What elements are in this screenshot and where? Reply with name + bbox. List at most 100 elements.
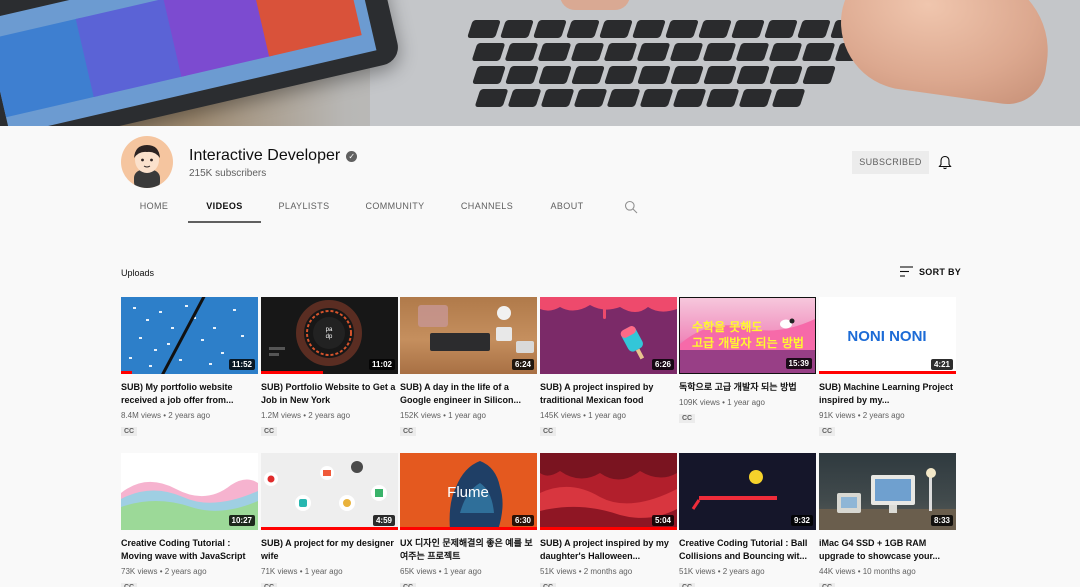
- video-card[interactable]: 9:32 Creative Coding Tutorial : Ball Col…: [679, 453, 816, 587]
- video-thumbnail[interactable]: NONI NONI 4:21: [819, 297, 956, 374]
- video-meta: 152K views • 1 year ago: [400, 411, 486, 420]
- banner-tablet: [0, 0, 402, 126]
- video-duration: 9:32: [790, 515, 813, 526]
- video-card[interactable]: 11:52 SUB) My portfolio website received…: [121, 297, 258, 438]
- video-thumbnail[interactable]: Flume 6:30: [400, 453, 537, 530]
- cc-badge: CC: [121, 427, 138, 436]
- video-card[interactable]: 8:33 iMac G4 SSD + 1GB RAM upgrade to sh…: [819, 453, 956, 587]
- video-duration: 11:02: [368, 359, 395, 370]
- video-card[interactable]: 5:04 SUB) A project inspired by my daugh…: [540, 453, 677, 587]
- video-duration: 11:52: [228, 359, 255, 370]
- video-thumbnail[interactable]: 수학을 못해도 고급 개발자 되는 방법 15:39: [679, 297, 816, 374]
- video-thumbnail[interactable]: 11:52: [121, 297, 258, 374]
- video-thumbnail[interactable]: pa dp 11:02: [261, 297, 398, 374]
- video-card[interactable]: pa dp 11:02 SUB) Portfolio Website to Ge…: [261, 297, 398, 438]
- video-card[interactable]: 4:59 SUB) A project for my designer wife…: [261, 453, 398, 587]
- svg-text:pa: pa: [326, 327, 333, 333]
- video-card[interactable]: NONI NONI 4:21 SUB) Machine Learning Pro…: [819, 297, 956, 438]
- channel-banner: [0, 0, 1080, 126]
- video-meta: 8.4M views • 2 years ago: [121, 411, 211, 420]
- video-meta: 1.2M views • 2 years ago: [261, 411, 351, 420]
- video-thumbnail[interactable]: 5:04: [540, 453, 677, 530]
- video-thumbnail[interactable]: 4:59: [261, 453, 398, 530]
- video-meta: 51K views • 2 years ago: [679, 567, 765, 576]
- cc-badge: CC: [400, 583, 417, 587]
- watch-progress-bar: [261, 527, 398, 530]
- video-duration: 6:24: [511, 359, 534, 370]
- video-card[interactable]: 수학을 못해도 고급 개발자 되는 방법 15:39 독학으로 고급 개발자 되…: [679, 297, 816, 425]
- channel-tabs: HOME VIDEOS PLAYLISTS COMMUNITY CHANNELS…: [0, 194, 1080, 223]
- video-title[interactable]: SUB) A day in the life of a Google engin…: [400, 381, 537, 407]
- video-card[interactable]: 6:24 SUB) A day in the life of a Google …: [400, 297, 537, 438]
- channel-name-text[interactable]: Interactive Developer: [189, 147, 340, 165]
- video-meta: 73K views • 2 years ago: [121, 567, 207, 576]
- video-duration: 4:59: [372, 515, 395, 526]
- video-card[interactable]: 10:27 Creative Coding Tutorial : Moving …: [121, 453, 258, 587]
- uploads-section: Uploads SORT BY 11:52 SUB) My portfolio …: [0, 223, 1080, 587]
- video-thumbnail[interactable]: 10:27: [121, 453, 258, 530]
- video-title[interactable]: iMac G4 SSD + 1GB RAM upgrade to showcas…: [819, 537, 956, 563]
- bell-icon[interactable]: [938, 155, 952, 170]
- watch-progress-bar: [819, 371, 956, 374]
- thumb-text-noni: NONI NONI: [847, 328, 926, 345]
- cc-badge: CC: [540, 583, 557, 587]
- cc-badge: CC: [400, 427, 417, 436]
- video-title[interactable]: SUB) My portfolio website received a job…: [121, 381, 258, 407]
- watch-progress-bar: [261, 371, 323, 374]
- tab-community[interactable]: COMMUNITY: [352, 194, 438, 223]
- thumb-text-bottom: 고급 개발자 되는 방법: [692, 335, 804, 350]
- video-duration: 4:21: [930, 359, 953, 370]
- banner-hand-left: [560, 0, 630, 10]
- check-circle-icon: ✓: [346, 150, 358, 162]
- video-meta: 51K views • 2 months ago: [540, 567, 633, 576]
- video-title[interactable]: SUB) Portfolio Website to Get a Job in N…: [261, 381, 398, 407]
- cc-badge: CC: [540, 427, 557, 436]
- watch-progress-bar: [121, 371, 132, 374]
- tab-home[interactable]: HOME: [121, 194, 187, 223]
- video-meta: 145K views • 1 year ago: [540, 411, 626, 420]
- video-title[interactable]: SUB) A project inspired by traditional M…: [540, 381, 677, 407]
- video-title[interactable]: 독학으로 고급 개발자 되는 방법: [679, 381, 816, 394]
- cc-badge: CC: [121, 583, 138, 587]
- cc-badge: CC: [261, 583, 278, 587]
- thumb-text-top: 수학을 못해도: [692, 319, 762, 334]
- svg-text:dp: dp: [326, 334, 333, 340]
- cc-badge: CC: [819, 583, 836, 587]
- tab-videos[interactable]: VIDEOS: [188, 194, 261, 223]
- video-duration: 15:39: [785, 358, 812, 369]
- watch-progress-bar: [540, 527, 677, 530]
- cc-badge: CC: [679, 583, 696, 587]
- search-icon[interactable]: [624, 200, 638, 214]
- channel-avatar[interactable]: [121, 136, 173, 188]
- video-thumbnail[interactable]: 6:26: [540, 297, 677, 374]
- tab-playlists[interactable]: PLAYLISTS: [266, 194, 342, 223]
- video-title[interactable]: SUB) Machine Learning Project inspired b…: [819, 381, 956, 407]
- sort-lines-icon: [900, 266, 913, 277]
- channel-name[interactable]: Interactive Developer ✓: [189, 147, 358, 165]
- cc-badge: CC: [261, 427, 278, 436]
- cc-badge: CC: [819, 427, 836, 436]
- video-duration: 6:26: [651, 359, 674, 370]
- sort-by-button[interactable]: SORT BY: [900, 266, 961, 277]
- video-title[interactable]: SUB) A project for my designer wife: [261, 537, 398, 563]
- video-meta: 65K views • 1 year ago: [400, 567, 482, 576]
- subscriber-count: 215K subscribers: [189, 168, 267, 179]
- video-title[interactable]: Creative Coding Tutorial : Ball Collisio…: [679, 537, 816, 563]
- video-title[interactable]: Creative Coding Tutorial : Moving wave w…: [121, 537, 258, 563]
- channel-header: Interactive Developer ✓ 215K subscribers…: [0, 126, 1080, 223]
- tab-about[interactable]: ABOUT: [534, 194, 600, 223]
- video-duration: 6:30: [511, 515, 534, 526]
- video-title[interactable]: SUB) A project inspired by my daughter's…: [540, 537, 677, 563]
- tab-channels[interactable]: CHANNELS: [450, 194, 524, 223]
- section-title[interactable]: Uploads: [121, 268, 154, 278]
- subscribed-button[interactable]: SUBSCRIBED: [852, 151, 929, 174]
- video-thumbnail[interactable]: 6:24: [400, 297, 537, 374]
- video-card[interactable]: Flume 6:30 UX 디자인 문제해결의 좋은 예를 보여주는 프로젝트 …: [400, 453, 537, 587]
- video-card[interactable]: 6:26 SUB) A project inspired by traditio…: [540, 297, 677, 438]
- cc-badge: CC: [679, 414, 696, 423]
- video-thumbnail[interactable]: 9:32: [679, 453, 816, 530]
- video-meta: 91K views • 2 years ago: [819, 411, 905, 420]
- video-title[interactable]: UX 디자인 문제해결의 좋은 예를 보여주는 프로젝트: [400, 537, 537, 563]
- watch-progress-bar: [400, 527, 537, 530]
- video-thumbnail[interactable]: 8:33: [819, 453, 956, 530]
